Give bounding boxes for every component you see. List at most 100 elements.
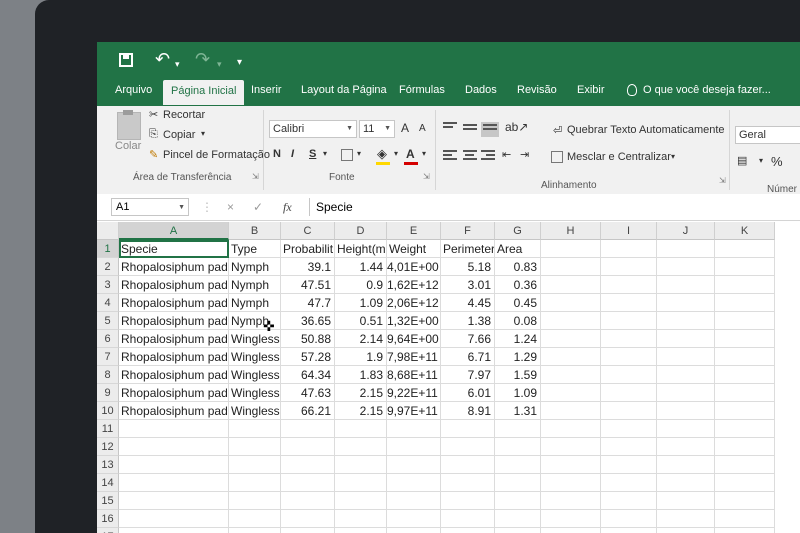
cell-c13[interactable] — [281, 456, 335, 474]
cell-i1[interactable] — [601, 240, 657, 258]
increase-indent-icon[interactable]: ⇥ — [520, 148, 529, 161]
wrap-text-button[interactable]: Quebrar Texto Automaticamente — [567, 124, 725, 136]
tab-layout-da-pagina[interactable]: Layout da Página — [301, 84, 387, 96]
cell-h4[interactable] — [541, 294, 601, 312]
cell-k12[interactable] — [715, 438, 775, 456]
column-header-i[interactable]: I — [601, 222, 657, 240]
italic-button[interactable]: I — [291, 148, 294, 160]
paste-button[interactable]: Colar — [115, 140, 141, 152]
font-color-dropdown-icon[interactable]: ▾ — [422, 149, 426, 158]
cell-k10[interactable] — [715, 402, 775, 420]
align-middle-icon[interactable] — [463, 124, 477, 135]
tab-arquivo[interactable]: Arquivo — [115, 84, 152, 96]
cell-f17[interactable] — [441, 528, 495, 533]
name-box[interactable]: A1 ▼ — [111, 198, 189, 216]
save-icon[interactable] — [119, 53, 133, 67]
cell-e6[interactable]: 9,64E+00 — [387, 330, 441, 348]
cell-e10[interactable]: 9,97E+11 — [387, 402, 441, 420]
accounting-dropdown-icon[interactable]: ▾ — [759, 156, 763, 165]
clipboard-launcher-icon[interactable]: ⇲ — [252, 172, 259, 181]
cell-a15[interactable] — [119, 492, 229, 510]
cell-g2[interactable]: 0.83 — [495, 258, 541, 276]
cell-c15[interactable] — [281, 492, 335, 510]
underline-dropdown-icon[interactable]: ▾ — [323, 149, 327, 158]
column-header-f[interactable]: F — [441, 222, 495, 240]
row-header-3[interactable]: 3 — [97, 276, 119, 294]
align-right-icon[interactable] — [481, 150, 495, 161]
cell-j3[interactable] — [657, 276, 715, 294]
column-header-b[interactable]: B — [229, 222, 281, 240]
cell-h14[interactable] — [541, 474, 601, 492]
cell-e3[interactable]: 1,62E+12 — [387, 276, 441, 294]
merge-dropdown-icon[interactable]: ▾ — [671, 152, 675, 161]
cell-h15[interactable] — [541, 492, 601, 510]
cell-e17[interactable] — [387, 528, 441, 533]
cell-c17[interactable] — [281, 528, 335, 533]
cell-g9[interactable]: 1.09 — [495, 384, 541, 402]
cell-e7[interactable]: 7,98E+11 — [387, 348, 441, 366]
cell-g15[interactable] — [495, 492, 541, 510]
cell-h9[interactable] — [541, 384, 601, 402]
cell-b2[interactable]: Nymph — [229, 258, 281, 276]
cell-i11[interactable] — [601, 420, 657, 438]
cell-h11[interactable] — [541, 420, 601, 438]
cell-g3[interactable]: 0.36 — [495, 276, 541, 294]
cell-e11[interactable] — [387, 420, 441, 438]
cell-f10[interactable]: 8.91 — [441, 402, 495, 420]
bold-button[interactable]: N — [273, 148, 281, 160]
cell-b8[interactable]: Wingless — [229, 366, 281, 384]
cell-d11[interactable] — [335, 420, 387, 438]
row-header-10[interactable]: 10 — [97, 402, 119, 420]
cell-c3[interactable]: 47.51 — [281, 276, 335, 294]
cell-d7[interactable]: 1.9 — [335, 348, 387, 366]
cell-a11[interactable] — [119, 420, 229, 438]
cell-d8[interactable]: 1.83 — [335, 366, 387, 384]
row-header-9[interactable]: 9 — [97, 384, 119, 402]
copy-button[interactable]: Copiar — [163, 129, 195, 141]
cell-f14[interactable] — [441, 474, 495, 492]
align-left-icon[interactable] — [443, 150, 457, 161]
undo-icon[interactable]: ↶ — [155, 50, 170, 68]
cell-h3[interactable] — [541, 276, 601, 294]
cell-k11[interactable] — [715, 420, 775, 438]
cell-i5[interactable] — [601, 312, 657, 330]
cell-i17[interactable] — [601, 528, 657, 533]
cell-h10[interactable] — [541, 402, 601, 420]
cell-k2[interactable] — [715, 258, 775, 276]
cell-j2[interactable] — [657, 258, 715, 276]
redo-icon[interactable]: ↷ — [195, 50, 210, 68]
column-header-g[interactable]: G — [495, 222, 541, 240]
column-header-j[interactable]: J — [657, 222, 715, 240]
cell-a6[interactable]: Rhopalosiphum padi — [119, 330, 229, 348]
cell-b13[interactable] — [229, 456, 281, 474]
cell-j1[interactable] — [657, 240, 715, 258]
cell-g7[interactable]: 1.29 — [495, 348, 541, 366]
cell-k17[interactable] — [715, 528, 775, 533]
column-header-h[interactable]: H — [541, 222, 601, 240]
cell-a13[interactable] — [119, 456, 229, 474]
cell-b11[interactable] — [229, 420, 281, 438]
borders-dropdown-icon[interactable]: ▾ — [357, 149, 361, 158]
align-top-icon[interactable] — [443, 122, 457, 133]
tell-me-search[interactable]: O que você deseja fazer... — [643, 84, 771, 96]
cell-h1[interactable] — [541, 240, 601, 258]
cell-d3[interactable]: 0.9 — [335, 276, 387, 294]
cell-h7[interactable] — [541, 348, 601, 366]
cell-k7[interactable] — [715, 348, 775, 366]
cell-i6[interactable] — [601, 330, 657, 348]
borders-icon[interactable] — [341, 149, 353, 161]
cell-e12[interactable] — [387, 438, 441, 456]
row-header-15[interactable]: 15 — [97, 492, 119, 510]
cell-b9[interactable]: Wingless — [229, 384, 281, 402]
grow-font-button[interactable]: A — [401, 121, 409, 135]
cell-c2[interactable]: 39.1 — [281, 258, 335, 276]
alignment-launcher-icon[interactable]: ⇲ — [719, 176, 726, 185]
decrease-indent-icon[interactable]: ⇤ — [502, 148, 511, 161]
font-color-icon[interactable]: A — [406, 147, 415, 161]
cell-d10[interactable]: 2.15 — [335, 402, 387, 420]
cell-a5[interactable]: Rhopalosiphum padi — [119, 312, 229, 330]
cell-k14[interactable] — [715, 474, 775, 492]
column-header-a[interactable]: A — [119, 222, 229, 240]
cell-i8[interactable] — [601, 366, 657, 384]
font-launcher-icon[interactable]: ⇲ — [423, 172, 430, 181]
